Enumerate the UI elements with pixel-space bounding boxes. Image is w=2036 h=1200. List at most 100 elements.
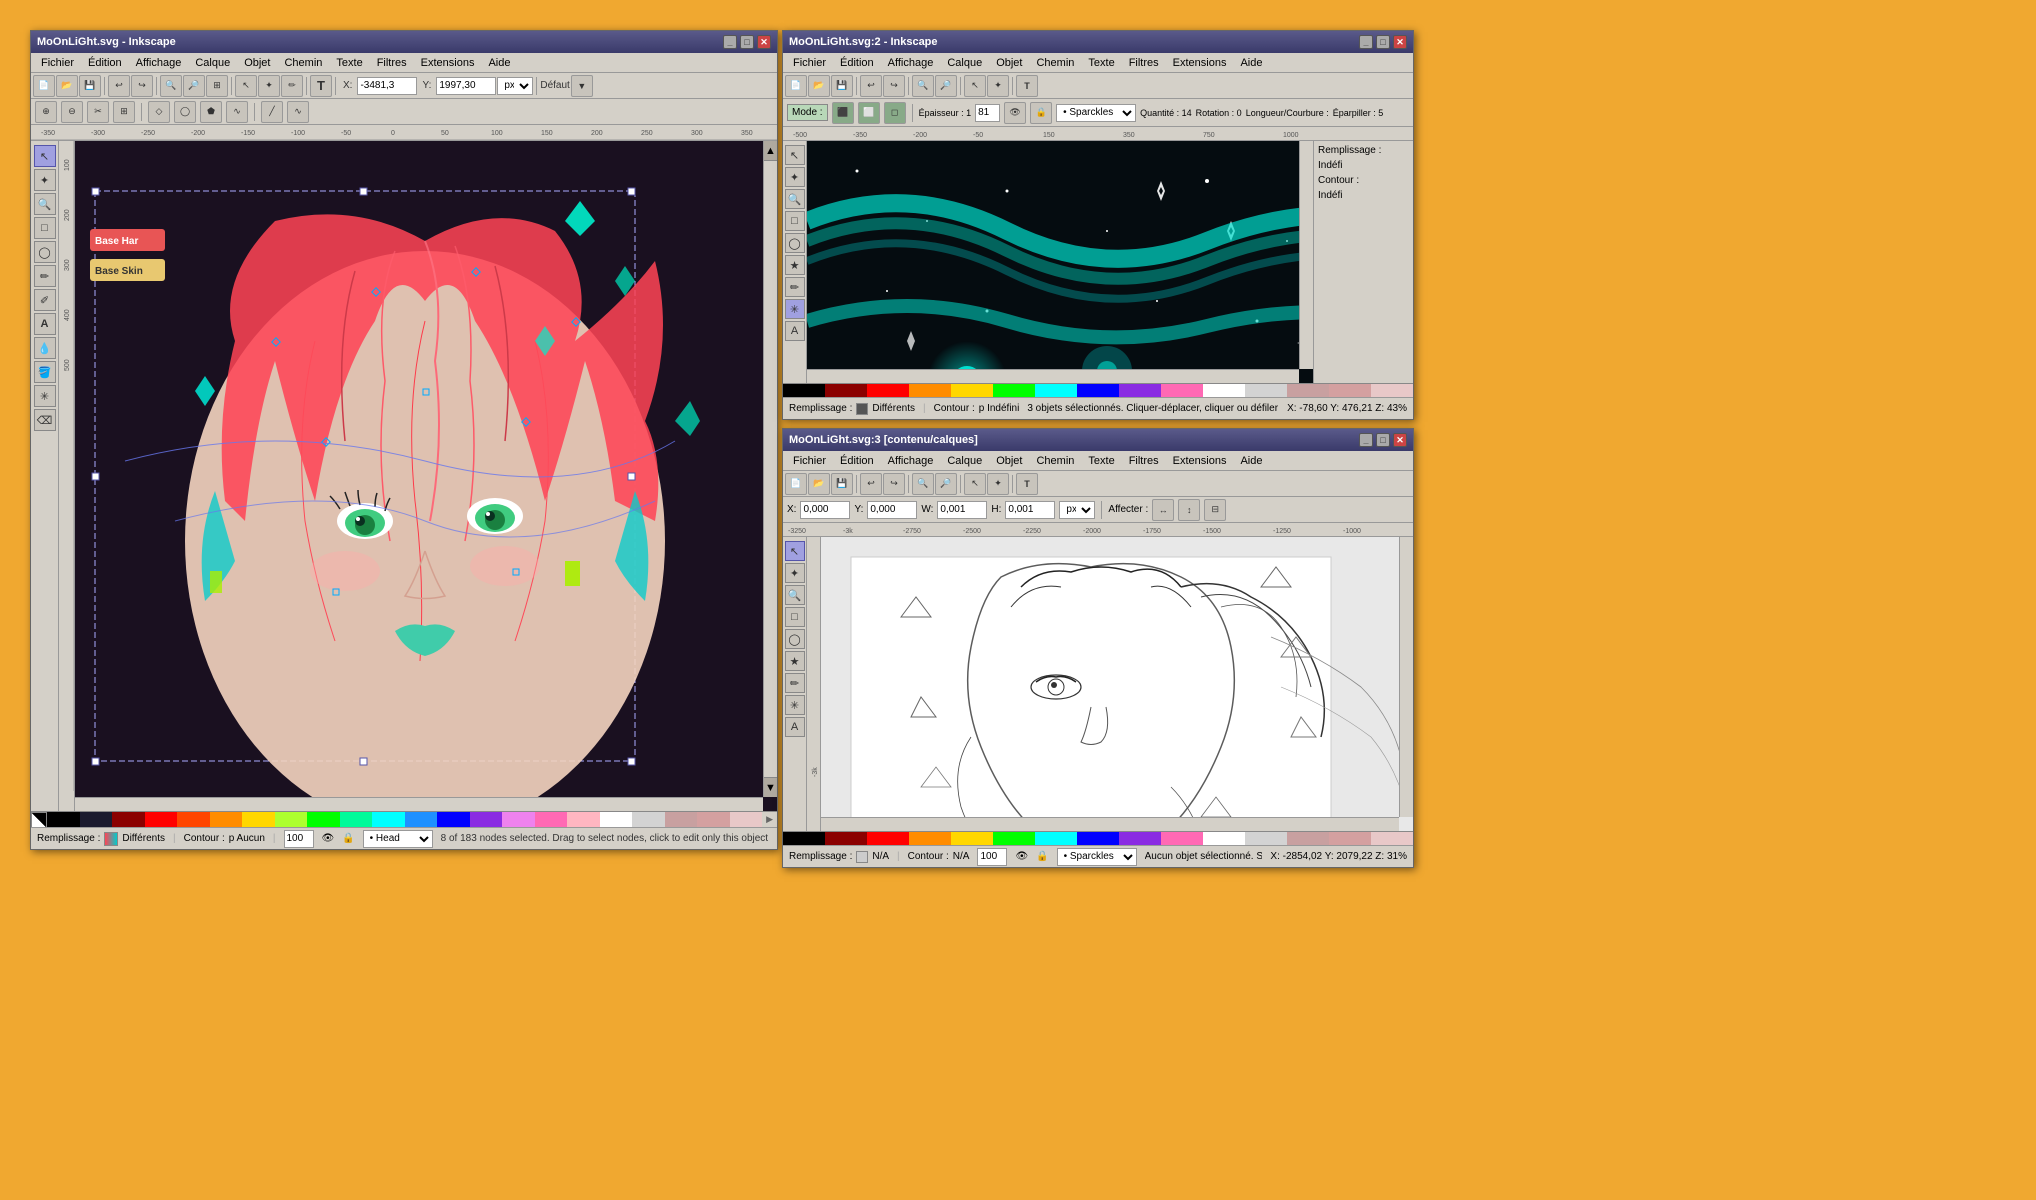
scroll-right[interactable]: ▲ ▼ <box>763 141 777 797</box>
cusp-btn[interactable]: ◇ <box>148 101 170 123</box>
tr-scroll-right[interactable] <box>1299 141 1313 369</box>
tr-menu-extensions[interactable]: Extensions <box>1167 56 1233 70</box>
fill-swatch[interactable] <box>104 832 118 846</box>
tr-arrow[interactable]: ↖ <box>785 145 805 165</box>
curve-seg-btn[interactable]: ∿ <box>287 101 309 123</box>
br-node2[interactable]: ✦ <box>785 563 805 583</box>
br-pal-yellow[interactable] <box>951 832 993 846</box>
tr-node[interactable]: ✦ <box>987 75 1009 97</box>
br-menu-aide[interactable]: Aide <box>1234 454 1268 468</box>
unit-select[interactable]: px <box>497 77 533 95</box>
tr-maximize-button[interactable]: □ <box>1376 35 1390 49</box>
color-violet[interactable] <box>502 812 535 827</box>
br-pal-white[interactable] <box>1203 832 1245 846</box>
br-menu-texte[interactable]: Texte <box>1082 454 1120 468</box>
tr-pal-rose[interactable] <box>1329 384 1371 398</box>
line-seg-btn[interactable]: ╱ <box>261 101 283 123</box>
menu-texte[interactable]: Texte <box>330 56 368 70</box>
color-red[interactable] <box>145 812 178 827</box>
new-btn[interactable]: 📄 <box>33 75 55 97</box>
zoom-in-btn[interactable]: 🔍 <box>160 75 182 97</box>
tr-zoom-out[interactable]: 🔎 <box>935 75 957 97</box>
br-save[interactable]: 💾 <box>831 473 853 495</box>
br-pal-blue[interactable] <box>1077 832 1119 846</box>
br-open[interactable]: 📂 <box>808 473 830 495</box>
tr-menu-objet[interactable]: Objet <box>990 56 1028 70</box>
redo-btn[interactable]: ↪ <box>131 75 153 97</box>
color-cyan[interactable] <box>372 812 405 827</box>
epaisseur-input[interactable] <box>975 104 1000 122</box>
br-layer-select[interactable]: • Sparckles <box>1057 848 1137 866</box>
color-lightgray[interactable] <box>632 812 665 827</box>
br-minimize-button[interactable]: _ <box>1359 433 1373 447</box>
main-canvas[interactable]: Base Har Base Skin ▲ ▼ <box>75 141 777 811</box>
pen-tool2[interactable]: ✏ <box>34 265 56 287</box>
tr-fill-swatch[interactable] <box>856 403 868 415</box>
color-gold[interactable] <box>242 812 275 827</box>
ellipse-tool[interactable]: ◯ <box>34 241 56 263</box>
spray-tool[interactable]: ✳ <box>34 385 56 407</box>
tr-pal-yellow[interactable] <box>951 384 993 398</box>
arrow-tool[interactable]: ↖ <box>34 145 56 167</box>
br-pal-black[interactable] <box>783 832 825 846</box>
tr-pal-lgray[interactable] <box>1245 384 1287 398</box>
br-pal-pink[interactable] <box>1161 832 1203 846</box>
color-black[interactable] <box>47 812 80 827</box>
x-coord-input[interactable] <box>357 77 417 95</box>
open-btn[interactable]: 📂 <box>56 75 78 97</box>
br-h-input[interactable] <box>1005 501 1055 519</box>
scroll-bottom[interactable] <box>75 797 763 811</box>
br-menu-objet[interactable]: Objet <box>990 454 1028 468</box>
zoom-tool[interactable]: 🔍 <box>34 193 56 215</box>
text-tool[interactable]: A <box>34 313 56 335</box>
auto-smooth-btn[interactable]: ∿ <box>226 101 248 123</box>
br-maximize-button[interactable]: □ <box>1376 433 1390 447</box>
br-affecter-btn1[interactable]: ↔ <box>1152 499 1174 521</box>
add-node-btn[interactable]: ⊕ <box>35 101 57 123</box>
tr-zoom-in[interactable]: 🔍 <box>912 75 934 97</box>
br-zoom-in[interactable]: 🔍 <box>912 473 934 495</box>
opacity-input[interactable] <box>284 830 314 848</box>
br-star2[interactable]: ★ <box>785 651 805 671</box>
mode-btn1[interactable]: ⬛ <box>832 102 854 124</box>
br-y-input[interactable] <box>867 501 917 519</box>
br-pen2[interactable]: ✏ <box>785 673 805 693</box>
br-zoom2[interactable]: 🔍 <box>785 585 805 605</box>
rect-tool[interactable]: □ <box>34 217 56 239</box>
color-darkblue[interactable] <box>80 812 113 827</box>
tr-menu-aide[interactable]: Aide <box>1234 56 1268 70</box>
br-text2[interactable]: A <box>785 717 805 737</box>
tr-pal-darkred[interactable] <box>825 384 867 398</box>
tr-text2[interactable]: A <box>785 321 805 341</box>
br-pal-lgray[interactable] <box>1245 832 1287 846</box>
br-pal-mauve[interactable] <box>1287 832 1329 846</box>
tr-redo[interactable]: ↪ <box>883 75 905 97</box>
color-white[interactable] <box>600 812 633 827</box>
br-zoom-out[interactable]: 🔎 <box>935 473 957 495</box>
br-pal-orange[interactable] <box>909 832 951 846</box>
eye-btn[interactable]: 👁 <box>1004 102 1026 124</box>
tr-pal-blue[interactable] <box>1077 384 1119 398</box>
color-darkred[interactable] <box>112 812 145 827</box>
color-greenyellow[interactable] <box>275 812 308 827</box>
br-close-button[interactable]: ✕ <box>1393 433 1407 447</box>
save-btn[interactable]: 💾 <box>79 75 101 97</box>
br-scroll-bottom[interactable] <box>821 817 1399 831</box>
br-pal-darkred[interactable] <box>825 832 867 846</box>
color-lime[interactable] <box>307 812 340 827</box>
tr-save[interactable]: 💾 <box>831 75 853 97</box>
color-dodgerblue[interactable] <box>405 812 438 827</box>
tr-pen[interactable]: ✏ <box>785 277 805 297</box>
no-fill-btn[interactable] <box>31 812 47 828</box>
br-pal-red[interactable] <box>867 832 909 846</box>
color-darkorange[interactable] <box>210 812 243 827</box>
br-rect[interactable]: □ <box>785 607 805 627</box>
br-arrow[interactable]: ↖ <box>785 541 805 561</box>
mode-btn3[interactable]: ◻ <box>884 102 906 124</box>
select-btn[interactable]: ↖ <box>235 75 257 97</box>
color-rosybrn[interactable] <box>665 812 698 827</box>
scroll-down-btn[interactable]: ▼ <box>764 777 777 797</box>
br-undo[interactable]: ↩ <box>860 473 882 495</box>
tr-open[interactable]: 📂 <box>808 75 830 97</box>
layer-select[interactable]: • Head <box>363 830 433 848</box>
